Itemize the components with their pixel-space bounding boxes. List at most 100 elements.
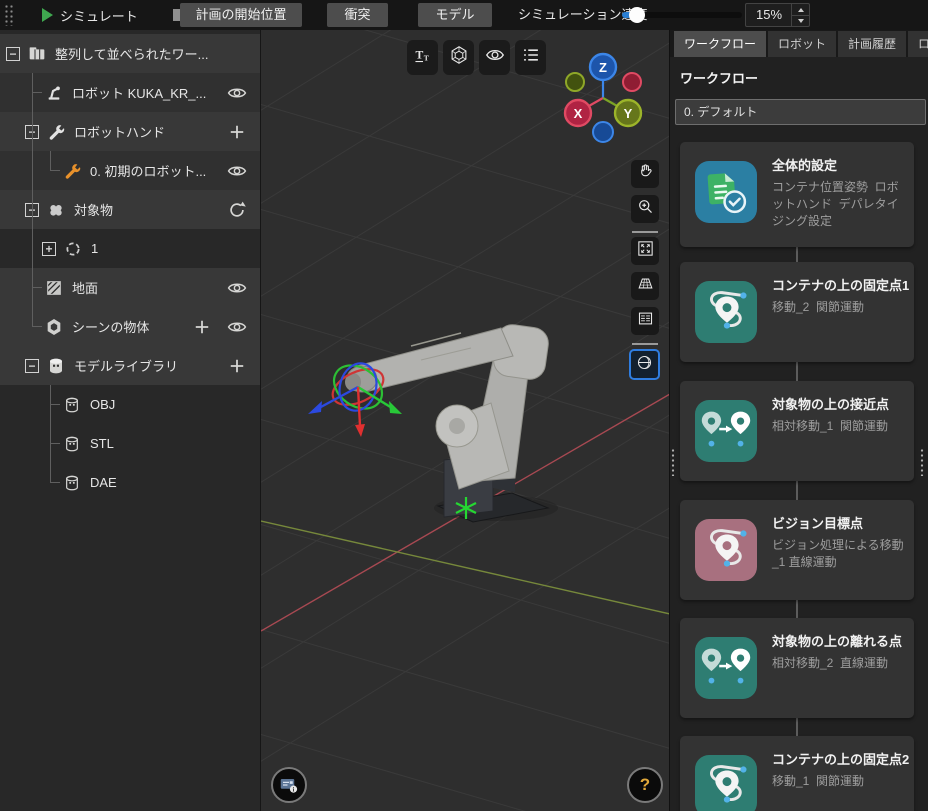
axis-neg-x-handle[interactable] [623,73,641,91]
expand-toggle-icon[interactable]: + [42,242,56,256]
zoom-in-button[interactable] [631,195,659,223]
workflow-step-card[interactable]: 対象物の上の接近点相対移動_1 関節運動 [680,381,914,481]
model-file-icon [62,395,82,415]
viewport-info-button[interactable]: i [271,767,307,803]
fit-view-icon [636,239,655,263]
fit-view-button[interactable] [631,237,659,265]
workflow-step-card[interactable]: 全体的設定コンテナ位置姿勢 ロボットハンド デパレタイジング設定 [680,142,914,247]
robot-icon [44,83,64,103]
tree-row[interactable]: STL [0,424,260,463]
display-list-icon [520,44,542,71]
slider-knob[interactable] [629,7,645,23]
help-button[interactable]: ? [627,767,663,803]
tree-rail [50,151,51,171]
plus-icon[interactable] [191,316,213,338]
workflow-step-card[interactable]: ビジョン目標点ビジョン処理による移動_1 直線運動 [680,500,914,600]
panel-tab[interactable]: 計画履歴 [838,31,906,57]
collapse-toggle-icon[interactable]: − [25,359,39,373]
plus-icon[interactable] [226,121,248,143]
row-actions [226,199,248,221]
panel-tab[interactable]: ロボット [768,31,836,57]
pan-hand-button[interactable] [631,160,659,188]
tree-row-label: STL [90,436,248,451]
plus-icon[interactable] [226,355,248,377]
tree-row[interactable]: −整列して並べられたワー... [0,34,260,73]
ground-grid-button[interactable] [631,272,659,300]
eye-icon[interactable] [226,160,248,182]
tree-row[interactable]: −対象物 [0,190,260,229]
wireframe-cube-button[interactable] [443,40,474,75]
axis-z-handle[interactable]: Z [590,54,616,80]
workflow-section-label: ワークフロー [680,68,758,87]
tree-rail [50,404,60,405]
model-editor-button[interactable]: モデルエディタ [418,3,492,27]
visibility-button[interactable] [479,40,510,75]
step-title: コンテナの上の固定点2 [772,749,909,768]
workflow-step-card[interactable]: 対象物の上の離れる点相対移動_2 直線運動 [680,618,914,718]
svg-text:T: T [415,48,423,61]
robot-arm[interactable] [345,323,558,522]
workflow-select[interactable]: 0. デフォルト [675,99,926,125]
eye-icon[interactable] [226,316,248,338]
pin-path-icon [695,281,757,343]
frame-labels-button[interactable]: TT [407,40,438,75]
panel-splitter-handle[interactable] [671,448,675,476]
layers-panel-button[interactable] [631,307,659,335]
workflow-step-card[interactable]: コンテナの上の固定点2 移動_1 関節運動 [680,736,914,811]
eye-icon[interactable] [226,277,248,299]
scene-tree-panel: −整列して並べられたワー...ロボット KUKA_KR_...−ロボットハンド0… [0,30,260,811]
row-actions [226,82,248,104]
tree-row[interactable]: DAE [0,463,260,502]
tree-rail [50,170,60,171]
step-subtitle: ビジョン処理による移動_1 直線運動 [772,537,906,571]
step-subtitle: 移動_1 関節運動 [772,773,906,790]
axis-neg-y-handle[interactable] [566,73,584,91]
tree-row-label: シーンの物体 [72,317,191,336]
panel-tab[interactable]: ワークフロー [674,31,766,57]
panel-right-resize-handle[interactable] [920,448,924,476]
step-subtitle: コンテナ位置姿勢 ロボットハンド デパレタイジング設定 [772,179,906,230]
view-axis-gizmo[interactable]: Z X Y [553,46,657,150]
tree-rail [50,443,60,444]
axis-x-handle[interactable]: X [565,100,591,126]
workflow-panel: ワークフローロボット計画履歴ログ ワークフロー 0. デフォルト 全体的設定コン… [669,30,928,811]
display-list-button[interactable] [515,40,546,75]
visibility-icon [484,44,506,71]
plan-start-pose-button[interactable]: 計画の開始位置姿勢 [180,3,302,27]
collapse-toggle-icon[interactable]: − [6,47,20,61]
toolbar-grip-handle[interactable] [4,4,14,26]
workflow-step-card[interactable]: コンテナの上の固定点1移動_2 関節運動 [680,262,914,362]
eye-icon[interactable] [226,82,248,104]
arrow-up-icon [798,8,804,12]
pin-path-icon [695,755,757,811]
wrench-orange-icon [62,161,82,181]
panel-tab[interactable]: ログ [908,31,928,57]
orbit-view-button[interactable] [629,349,660,380]
workpiece-group-icon [27,44,47,64]
axis-y-handle[interactable]: Y [615,100,641,126]
axis-neg-z-handle[interactable] [593,122,613,142]
pan-hand-icon [636,162,655,186]
ground-grid-icon [636,274,655,298]
speed-value[interactable]: 15% [746,4,792,26]
tree-row[interactable]: −モデルライブラリ [0,346,260,385]
tree-row-label: 1 [91,241,248,256]
step-title: 対象物の上の離れる点 [772,631,902,650]
collision-settings-button[interactable]: 衝突設定 [327,3,388,27]
svg-text:T: T [423,54,428,63]
zoom-in-icon [636,197,655,221]
refresh-icon[interactable] [226,199,248,221]
row-actions [226,121,248,143]
tree-rail [32,326,42,327]
simulate-button[interactable]: シミュレート [42,0,138,30]
simulation-speed-slider[interactable] [622,8,742,22]
speed-spinbox[interactable]: 15% [745,3,810,27]
tree-row[interactable]: +1 [0,229,260,268]
tree-row[interactable]: −ロボットハンド [0,112,260,151]
tree-row[interactable]: 0. 初期のロボット... [0,151,260,190]
tree-row-label: 対象物 [74,200,226,219]
settings-doc-icon [695,161,757,223]
wireframe-cube-icon [448,44,470,71]
tree-row[interactable]: OBJ [0,385,260,424]
spin-down-button[interactable] [792,15,809,26]
